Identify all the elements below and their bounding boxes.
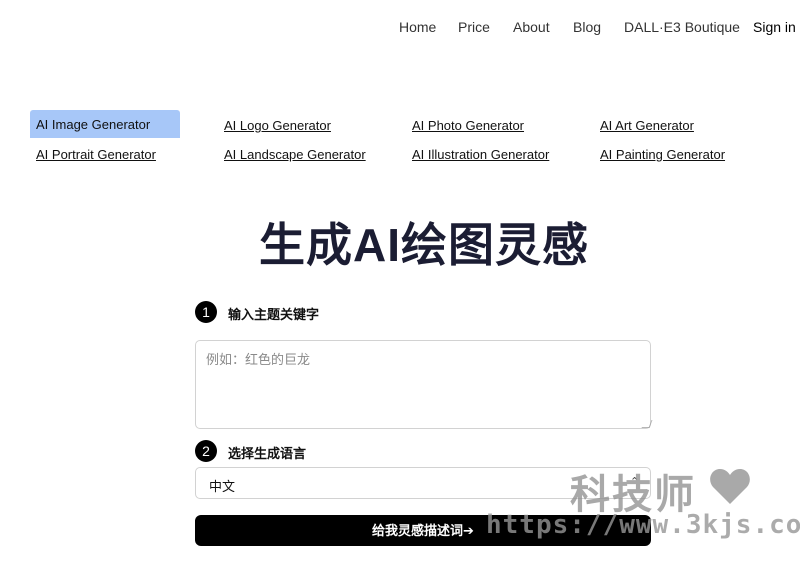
language-selected-value: 中文 xyxy=(209,479,236,494)
step-label-keyword: 输入主题关键字 xyxy=(228,307,320,322)
sign-in-link[interactable]: Sign in xyxy=(753,19,796,35)
language-select[interactable]: 中文 ⌃ xyxy=(195,467,651,499)
generator-link-illustration[interactable]: AI Illustration Generator xyxy=(412,147,549,163)
generator-link-image[interactable]: AI Image Generator xyxy=(30,110,180,138)
chevron-up-icon: ⌃ xyxy=(630,476,640,488)
nav-blog-link[interactable]: Blog xyxy=(573,19,601,35)
page-title: 生成AI绘图灵感 xyxy=(259,219,589,271)
keyword-input[interactable] xyxy=(195,340,651,429)
generator-link-logo[interactable]: AI Logo Generator xyxy=(224,118,331,134)
generator-link-photo[interactable]: AI Photo Generator xyxy=(412,118,524,134)
step-number-badge: 2 xyxy=(195,440,217,462)
generate-inspiration-button[interactable]: 给我灵感描述词➔ xyxy=(195,515,651,546)
step-number-badge: 1 xyxy=(195,301,217,323)
generator-links: AI Image Generator AI Logo Generator AI … xyxy=(30,110,790,170)
top-nav: Home Price About Blog DALL·E3 Boutique S… xyxy=(0,19,800,37)
generator-link-landscape[interactable]: AI Landscape Generator xyxy=(224,147,366,163)
nav-dalle3-boutique-link[interactable]: DALL·E3 Boutique xyxy=(624,19,740,35)
step-label-language: 选择生成语言 xyxy=(228,446,307,461)
generator-link-portrait[interactable]: AI Portrait Generator xyxy=(36,147,156,163)
nav-price-link[interactable]: Price xyxy=(458,19,490,35)
heart-icon xyxy=(710,469,750,504)
generator-link-painting[interactable]: AI Painting Generator xyxy=(600,147,725,163)
generator-link-art[interactable]: AI Art Generator xyxy=(600,118,694,134)
nav-home-link[interactable]: Home xyxy=(399,19,436,35)
nav-about-link[interactable]: About xyxy=(513,19,550,35)
resize-handle-icon[interactable] xyxy=(641,420,653,428)
